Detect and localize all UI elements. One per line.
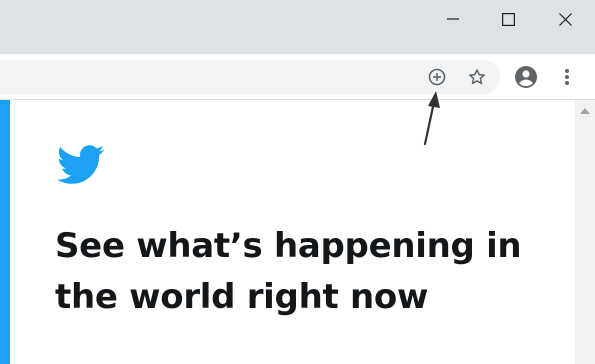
vertical-scrollbar[interactable] — [575, 100, 595, 364]
title-bar — [0, 0, 595, 54]
add-circle-icon — [428, 68, 446, 86]
minimize-button[interactable] — [429, 0, 477, 38]
close-window-button[interactable] — [541, 0, 589, 38]
maximize-icon — [501, 12, 515, 26]
page-content: See what’s happening in the world right … — [0, 100, 575, 364]
maximize-button[interactable] — [484, 0, 532, 38]
more-vert-icon — [565, 69, 569, 85]
browser-toolbar — [0, 54, 595, 100]
headline-line-2: the world right now — [55, 277, 429, 317]
brand-side-strip — [0, 100, 10, 364]
page-headline: See what’s happening in the world right … — [55, 221, 555, 323]
close-icon — [558, 12, 572, 26]
account-circle-icon — [515, 66, 537, 88]
pointer-arrow-icon — [423, 91, 440, 146]
install-app-button[interactable] — [425, 65, 449, 89]
star-icon — [469, 69, 485, 85]
profile-button[interactable] — [514, 65, 538, 89]
headline-line-1: See what’s happening in — [55, 226, 522, 266]
browser-menu-button[interactable] — [555, 65, 579, 89]
bookmark-star-button[interactable] — [465, 65, 489, 89]
minimize-icon — [447, 18, 459, 20]
scroll-up-arrow-icon[interactable] — [580, 108, 590, 114]
twitter-bird-icon — [57, 145, 105, 184]
